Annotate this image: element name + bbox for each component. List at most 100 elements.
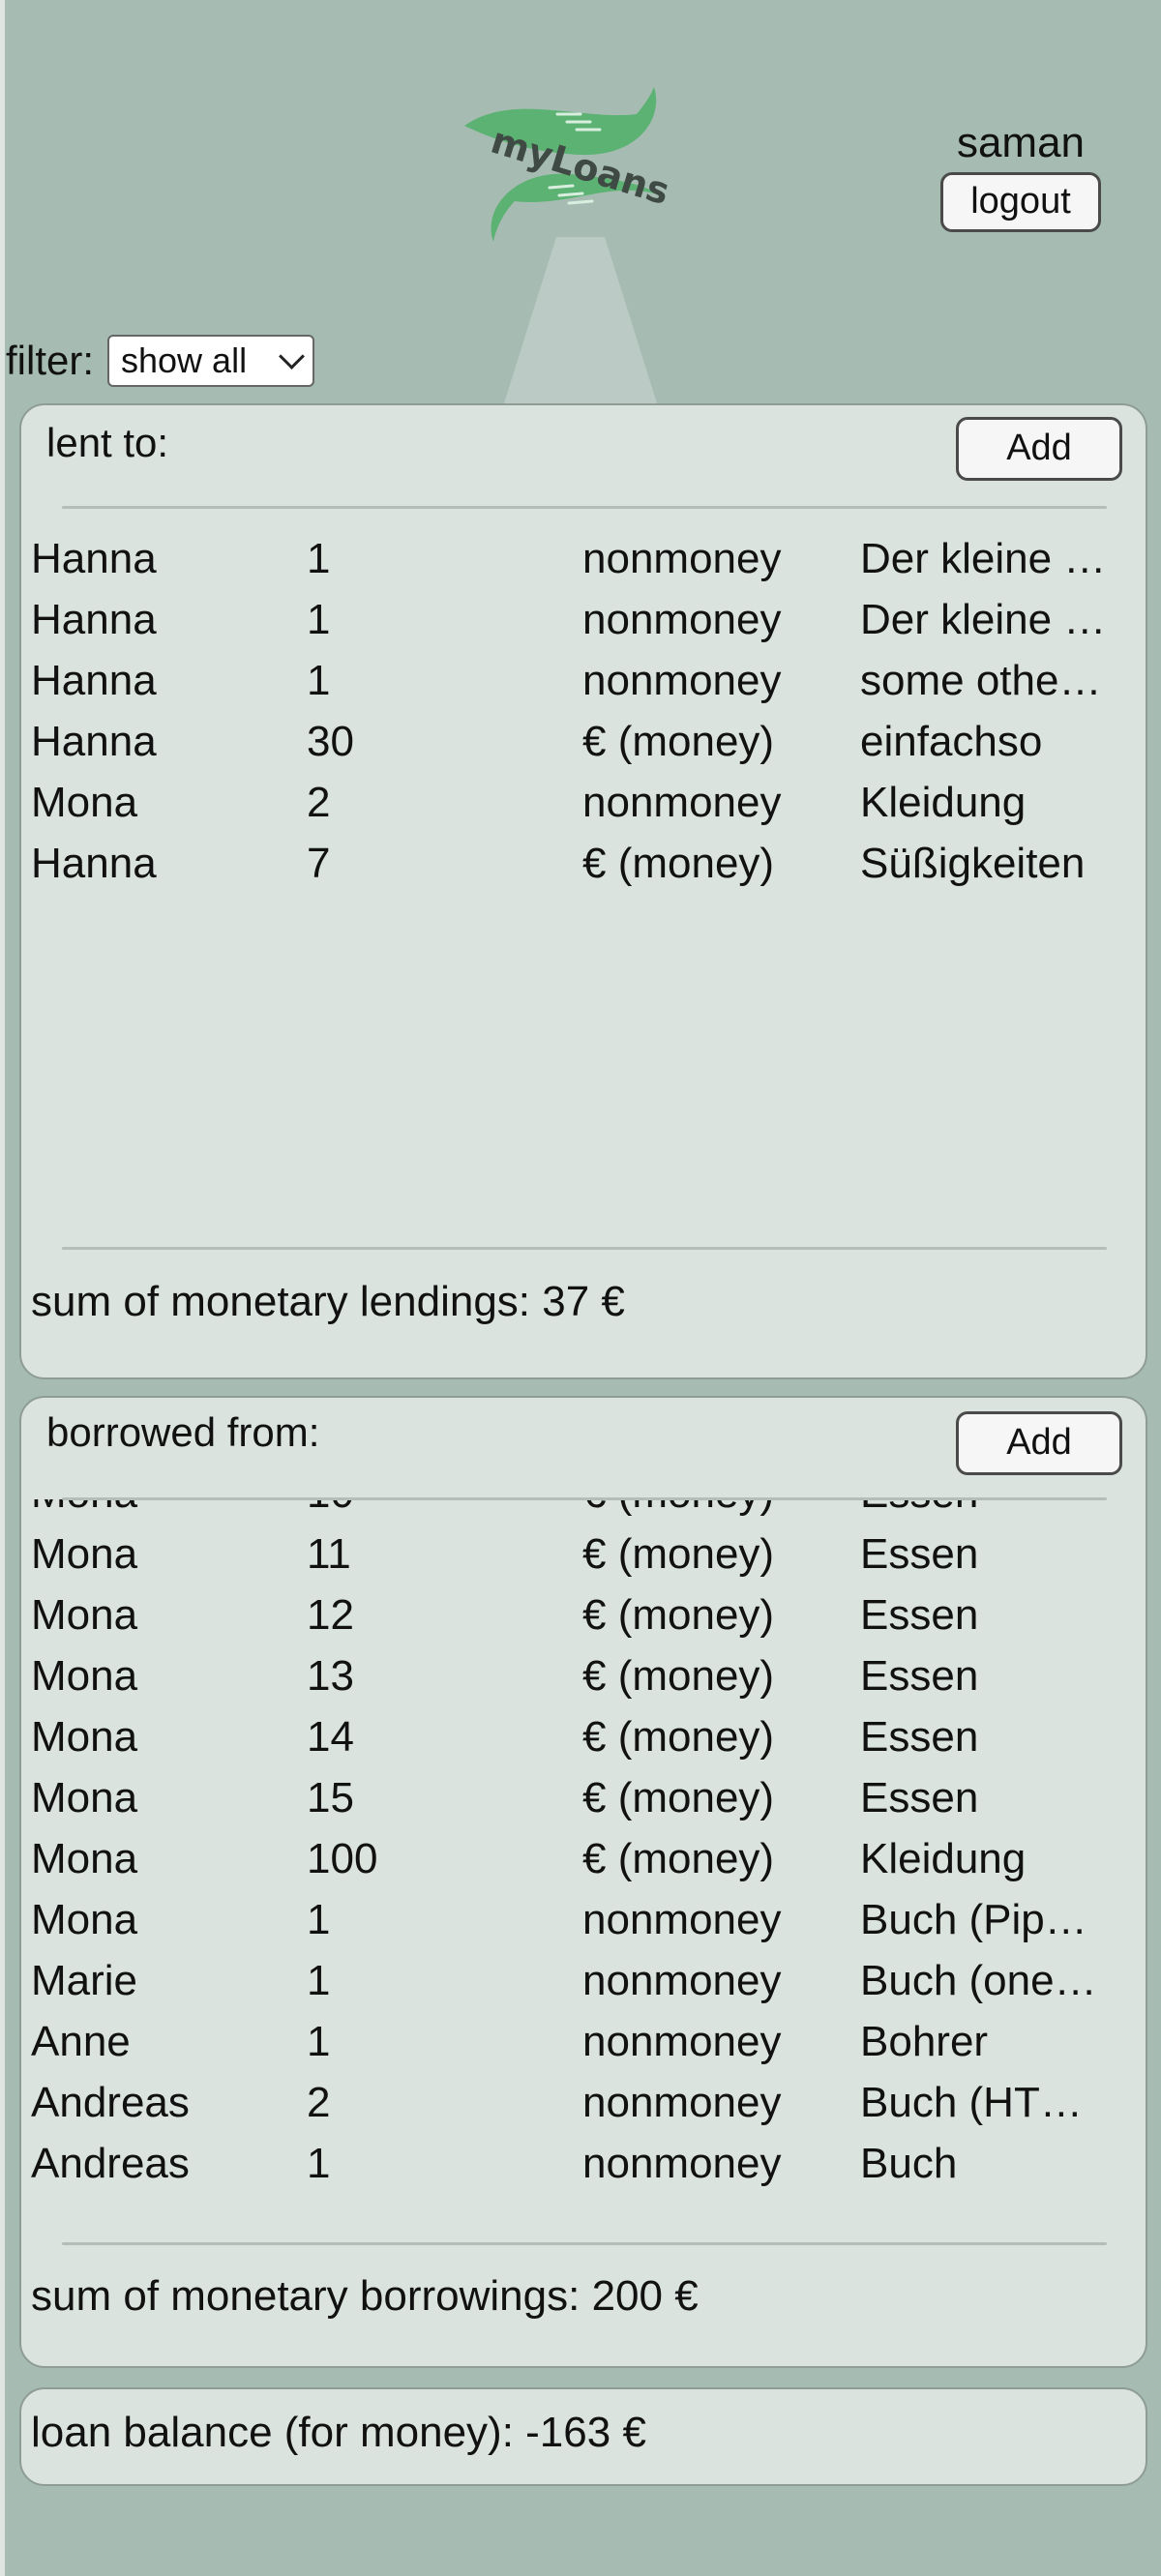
cell-person: Mona xyxy=(31,1834,138,1882)
cell-person: Mona xyxy=(31,1529,138,1578)
username: saman xyxy=(956,119,1086,166)
cell-person: Hanna xyxy=(31,595,157,643)
cell-amount: 14 xyxy=(307,1712,354,1761)
cell-description: Essen xyxy=(860,1773,979,1821)
cell-person: Mona xyxy=(31,1712,138,1761)
cell-description: Buch (Pip… xyxy=(860,1895,1087,1943)
cell-type: € (money) xyxy=(582,1499,860,1518)
cell-description: Der kleine … xyxy=(860,595,1107,643)
cell-type: nonmoney xyxy=(582,2139,782,2187)
cell-description: einfachso xyxy=(860,717,1043,765)
divider xyxy=(62,2242,1107,2245)
cell-amount: 30 xyxy=(307,717,354,765)
cell-type: nonmoney xyxy=(582,1895,782,1943)
cell-person: Mona xyxy=(31,1773,138,1821)
lent-row[interactable]: Hanna 1 nonmoney some othe… xyxy=(31,650,1138,711)
borrowed-row[interactable]: Anne 1 nonmoney Bohrer xyxy=(31,2011,1138,2072)
cell-description: Essen xyxy=(860,1529,979,1578)
cell-type: € (money) xyxy=(582,1834,775,1882)
borrowed-title: borrowed from: xyxy=(46,1409,320,1455)
cell-description: Kleidung xyxy=(860,778,1027,826)
filter-row: filter: show all xyxy=(6,331,315,391)
cell-person: Mona xyxy=(31,1895,138,1943)
cell-amount: 1 xyxy=(307,1895,331,1943)
cell-type: € (money) xyxy=(582,1712,775,1761)
cell-description: Buch xyxy=(860,2139,958,2187)
cell-type: € (money) xyxy=(582,1773,775,1821)
cell-person: Andreas xyxy=(31,2078,190,2126)
cell-type: nonmoney xyxy=(582,595,782,643)
cell-type: nonmoney xyxy=(582,2017,782,2065)
cell-type: € (money) xyxy=(582,1651,775,1700)
add-borrowed-button[interactable]: Add xyxy=(956,1411,1122,1475)
cell-type: nonmoney xyxy=(582,2078,782,2126)
borrowed-row[interactable]: Mona 100 € (money) Kleidung xyxy=(31,1828,1138,1889)
cell-amount: 1 xyxy=(307,656,331,704)
lent-row[interactable]: Hanna 7 € (money) Süßigkeiten xyxy=(31,833,1138,894)
borrowed-sum: sum of monetary borrowings: 200 € xyxy=(31,2272,699,2320)
cell-person: Hanna xyxy=(31,656,157,704)
lent-row[interactable]: Mona 2 nonmoney Kleidung xyxy=(31,772,1138,833)
filter-label: filter: xyxy=(6,338,95,383)
cell-person: Anne xyxy=(31,2017,131,2065)
borrowed-row[interactable]: Mona 12 € (money) Essen xyxy=(31,1584,1138,1645)
cell-amount: 7 xyxy=(307,839,331,887)
cell-amount: 1 xyxy=(307,534,331,582)
cell-type: € (money) xyxy=(582,717,775,765)
filter-selected-value: show all xyxy=(121,341,248,380)
borrowed-row[interactable]: Marie 1 nonmoney Buch (one… xyxy=(31,1950,1138,2011)
cell-person: Marie xyxy=(31,1956,138,2004)
borrowed-row[interactable]: Mona 1 nonmoney Buch (Pip… xyxy=(31,1889,1138,1950)
borrowed-panel: borrowed from: Add Mona10€ (money)EssenM… xyxy=(19,1396,1147,2368)
lent-row[interactable]: Hanna 30 € (money) einfachso xyxy=(31,711,1138,772)
cell-person: Mona xyxy=(31,1590,138,1639)
lent-title: lent to: xyxy=(46,420,169,465)
cell-amount: 2 xyxy=(307,778,331,826)
filter-select[interactable]: show all xyxy=(107,335,315,387)
cell-person: Hanna xyxy=(31,839,157,887)
borrowed-row[interactable]: Andreas 2 nonmoney Buch (HT… xyxy=(31,2072,1138,2133)
cell-description: Bohrer xyxy=(860,2017,989,2065)
cell-person: Mona xyxy=(31,778,138,826)
cell-type: nonmoney xyxy=(582,656,782,704)
cell-type: nonmoney xyxy=(582,778,782,826)
divider xyxy=(62,506,1107,509)
cell-amount: 2 xyxy=(307,2078,331,2126)
borrowed-row[interactable]: Mona 13 € (money) Essen xyxy=(31,1645,1138,1706)
lent-row[interactable]: Hanna 1 nonmoney Der kleine … xyxy=(31,528,1138,589)
lent-list[interactable]: Hanna 1 nonmoney Der kleine … Hanna 1 nonmoney… xyxy=(31,528,1138,896)
cell-amount: 12 xyxy=(307,1590,354,1639)
lent-row[interactable]: Hanna 1 nonmoney Der kleine … xyxy=(31,589,1138,650)
user-block: saman logout xyxy=(929,116,1113,232)
borrowed-row[interactable]: Mona10€ (money)Essen xyxy=(31,1499,1138,1524)
cell-person: Hanna xyxy=(31,717,157,765)
logout-button[interactable]: logout xyxy=(940,172,1101,232)
cell-amount: 1 xyxy=(307,595,331,643)
cell-amount: 10 xyxy=(307,1499,582,1518)
cell-type: € (money) xyxy=(582,1529,775,1578)
add-lent-button[interactable]: Add xyxy=(956,417,1122,481)
borrowed-row[interactable]: Mona 14 € (money) Essen xyxy=(31,1706,1138,1767)
borrowed-row[interactable]: Mona 11 € (money) Essen xyxy=(31,1524,1138,1584)
cell-person: Andreas xyxy=(31,2139,190,2187)
cell-type: nonmoney xyxy=(582,534,782,582)
cell-amount: 13 xyxy=(307,1651,354,1700)
borrowed-row[interactable]: Andreas 1 nonmoney Buch xyxy=(31,2133,1138,2194)
cell-description: some othe… xyxy=(860,656,1102,704)
cell-type: € (money) xyxy=(582,1590,775,1639)
borrowed-row[interactable]: Mona 15 € (money) Essen xyxy=(31,1767,1138,1828)
left-edge-strip xyxy=(0,0,5,2576)
chevron-down-icon xyxy=(279,342,305,370)
borrowed-list[interactable]: Mona10€ (money)EssenMona11€ (money)Essen… xyxy=(31,1499,1138,2261)
cell-person: Hanna xyxy=(31,534,157,582)
cell-person: Mona xyxy=(31,1499,307,1518)
cell-type: € (money) xyxy=(582,839,775,887)
cell-amount: 1 xyxy=(307,2017,331,2065)
lent-sum: sum of monetary lendings: 37 € xyxy=(31,1278,625,1325)
lent-panel: lent to: Add Hanna 1 nonmoney Der kleine … H… xyxy=(19,403,1147,1379)
cell-amount: 11 xyxy=(307,1529,351,1578)
cell-amount: 1 xyxy=(307,2139,331,2187)
loan-balance: loan balance (for money): -163 € xyxy=(31,2409,646,2456)
cell-description: Essen xyxy=(860,1590,979,1639)
divider xyxy=(62,1497,1107,1500)
